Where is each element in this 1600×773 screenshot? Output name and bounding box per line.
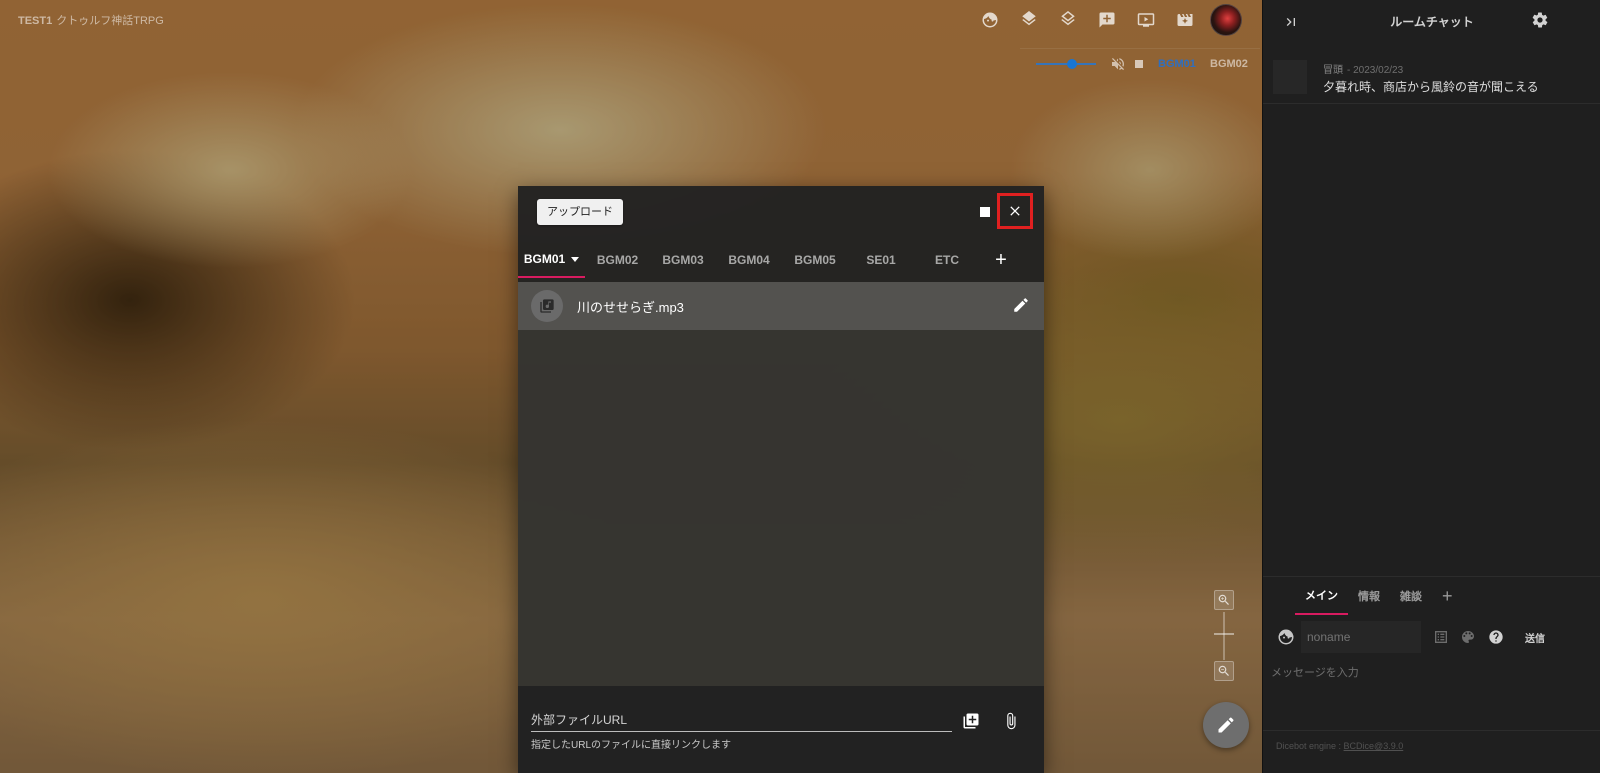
track-name: 川のせせらぎ.mp3 <box>577 299 684 315</box>
game-stage[interactable]: TEST1 クトゥルフ神話TRPG BGM01 BGM02 アップロード BGM… <box>0 0 1262 773</box>
tab-bgm01[interactable]: BGM01 <box>518 242 585 278</box>
game-system: クトゥルフ神話TRPG <box>56 15 164 27</box>
dicebot-label: Dicebot engine : <box>1276 741 1344 751</box>
send-button[interactable]: 送信 <box>1525 630 1545 645</box>
tab-label: BGM01 <box>523 252 566 266</box>
add-tab-button[interactable]: + <box>980 242 1022 278</box>
tab-bgm04[interactable]: BGM04 <box>716 242 782 278</box>
track-list: 川のせせらぎ.mp3 <box>518 282 1044 686</box>
list-icon[interactable] <box>1433 629 1449 645</box>
top-toolbar <box>970 6 1204 34</box>
avatar <box>1273 60 1307 94</box>
user-avatar[interactable] <box>1210 4 1242 36</box>
tab-bgm05[interactable]: BGM05 <box>782 242 848 278</box>
tab-se01[interactable]: SE01 <box>848 242 914 278</box>
message-sender: 冒頭 - 2023/02/23 <box>1323 61 1403 76</box>
external-url-section: 外部ファイルURL 指定したURLのファイルに直接リンクします <box>518 686 1044 773</box>
bgm-dialog: アップロード BGM01 BGM02 BGM03 BGM04 BGM05 SE0… <box>518 186 1044 773</box>
bcdice-link[interactable]: BCDice@3.9.0 <box>1344 741 1404 751</box>
dicebot-info: Dicebot engine : BCDice@3.9.0 <box>1276 741 1403 751</box>
tab-etc[interactable]: ETC <box>914 242 980 278</box>
url-field-underline <box>531 731 952 732</box>
tab-bgm02[interactable]: BGM02 <box>585 242 650 278</box>
tab-bgm03[interactable]: BGM03 <box>650 242 716 278</box>
chat-footer: Dicebot engine : BCDice@3.9.0 <box>1263 730 1600 773</box>
attach-icon[interactable] <box>1002 712 1022 732</box>
face-icon[interactable] <box>1277 628 1295 646</box>
zoom-out-icon[interactable] <box>1214 661 1234 681</box>
tab-chatter[interactable]: 雑談 <box>1390 577 1432 615</box>
close-icon <box>1010 206 1020 216</box>
add-comment-icon[interactable] <box>1087 6 1126 34</box>
tab-info[interactable]: 情報 <box>1348 577 1390 615</box>
face-icon[interactable] <box>970 6 1009 34</box>
pencil-icon[interactable] <box>1012 296 1032 316</box>
layers-outline-icon[interactable] <box>1048 6 1087 34</box>
add-chat-tab-button[interactable]: + <box>1432 577 1463 615</box>
list-item[interactable]: 川のせせらぎ.mp3 <box>518 282 1044 330</box>
chat-tabs: メイン 情報 雑談 + <box>1263 576 1600 615</box>
chat-header: ルームチャット <box>1263 0 1600 46</box>
mute-icon[interactable] <box>1110 56 1126 72</box>
volume-slider-track[interactable] <box>1036 63 1096 65</box>
url-field[interactable]: 外部ファイルURL <box>531 711 627 728</box>
stop-icon[interactable] <box>980 207 990 217</box>
tab-main[interactable]: メイン <box>1295 577 1348 615</box>
stop-all-icon[interactable] <box>1135 60 1143 68</box>
channel-bgm01[interactable]: BGM01 <box>1158 58 1196 70</box>
url-hint: 指定したURLのファイルに直接リンクします <box>531 740 732 751</box>
add-to-library-icon[interactable] <box>962 712 982 732</box>
close-button[interactable] <box>997 193 1033 229</box>
edit-fab[interactable] <box>1203 702 1249 748</box>
character-name-input[interactable] <box>1301 621 1421 653</box>
sender-name: 冒頭 <box>1323 65 1343 76</box>
bgm-controls: BGM01 BGM02 <box>1020 48 1260 78</box>
screen-icon[interactable] <box>1126 6 1165 34</box>
pencil-icon <box>1218 717 1234 733</box>
message-date: - 2023/02/23 <box>1347 65 1404 76</box>
chevron-down-icon <box>571 256 580 262</box>
bgm-tabs: BGM01 BGM02 BGM03 BGM04 BGM05 SE01 ETC + <box>518 242 1044 278</box>
zoom-handle[interactable] <box>1214 633 1234 635</box>
volume-slider-thumb[interactable] <box>1067 59 1077 69</box>
message-input[interactable] <box>1263 660 1600 730</box>
chat-message: 冒頭 - 2023/02/23 夕暮れ時、商店から風鈴の音が聞こえる <box>1263 52 1600 104</box>
message-text: 夕暮れ時、商店から風鈴の音が聞こえる <box>1323 80 1539 94</box>
upload-button[interactable]: アップロード <box>537 199 623 225</box>
room-chat-panel: ルームチャット 冒頭 - 2023/02/23 夕暮れ時、商店から風鈴の音が聞こえ… <box>1262 0 1600 773</box>
zoom-in-icon[interactable] <box>1214 590 1234 610</box>
room-name: TEST1 <box>18 15 53 27</box>
room-title: TEST1 クトゥルフ神話TRPG <box>18 12 164 28</box>
help-icon[interactable] <box>1488 629 1504 645</box>
gear-icon[interactable] <box>1531 11 1551 31</box>
clapperboard-icon[interactable] <box>1165 6 1204 34</box>
chat-input-row: 送信 <box>1263 618 1600 658</box>
channel-bgm02[interactable]: BGM02 <box>1210 58 1248 70</box>
layers-icon[interactable] <box>1009 6 1048 34</box>
palette-icon[interactable] <box>1460 629 1476 645</box>
zoom-track[interactable] <box>1223 612 1225 660</box>
music-library-icon <box>531 290 563 322</box>
